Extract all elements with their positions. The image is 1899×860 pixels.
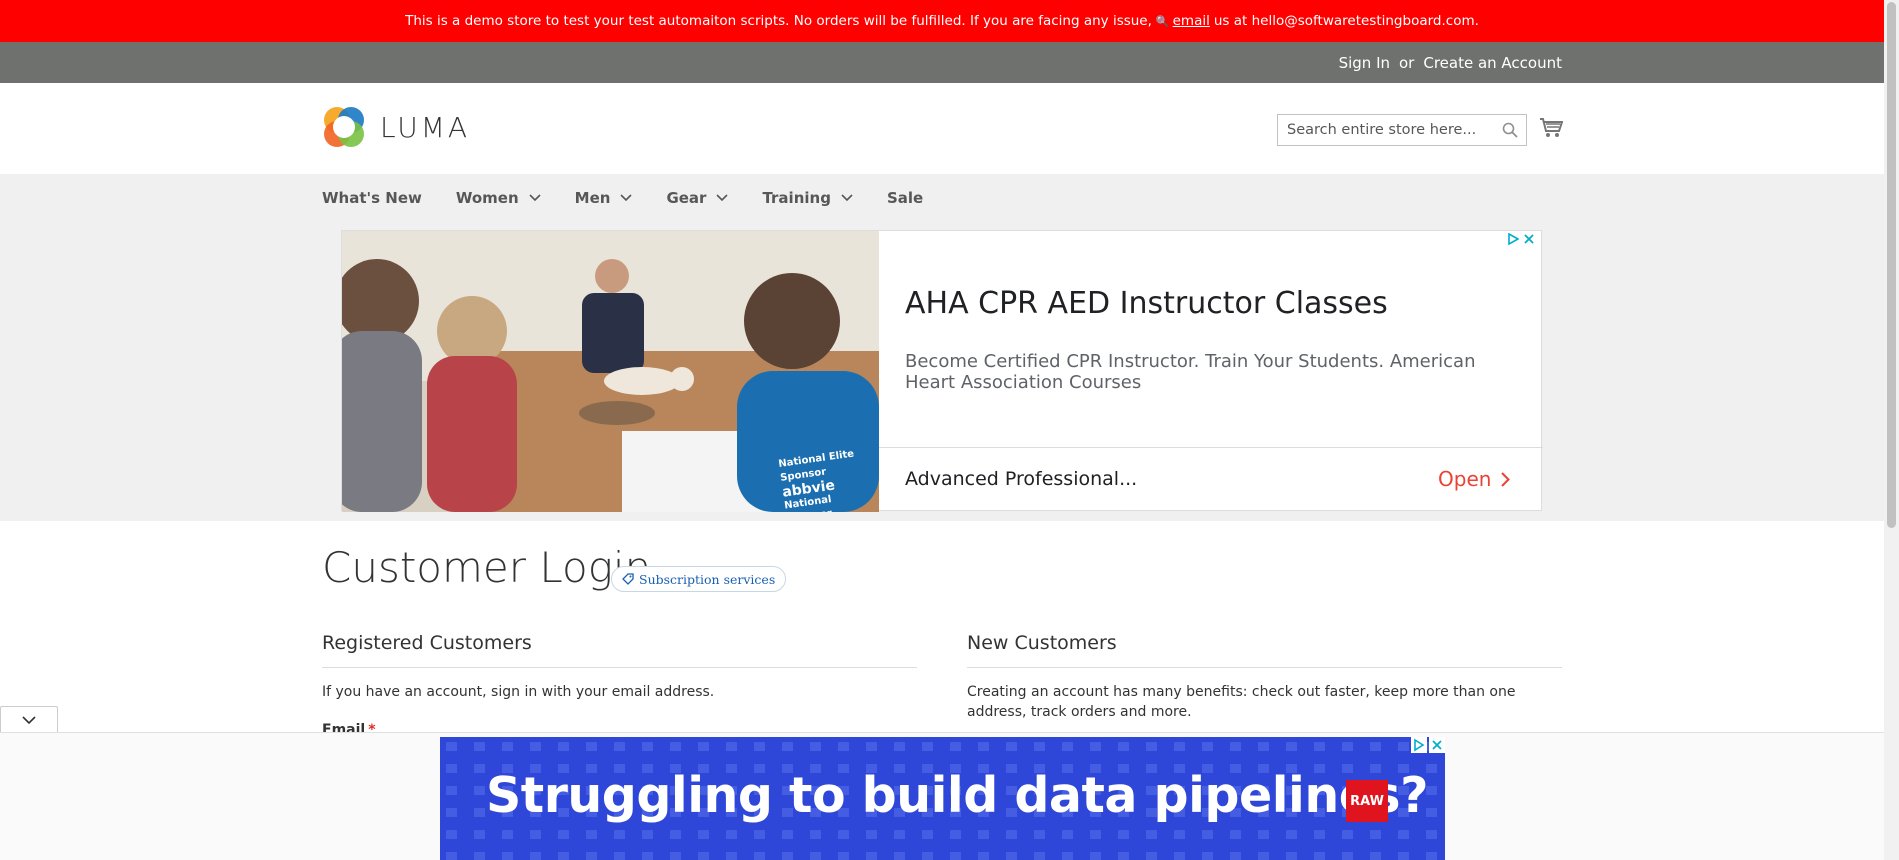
- collapse-ad-button[interactable]: [0, 706, 58, 733]
- nav-label: Sale: [886, 189, 924, 207]
- demo-notice-text: This is a demo store to test your test a…: [405, 13, 1152, 29]
- nav-label: Women: [455, 189, 519, 207]
- nav-item-men[interactable]: Men: [575, 189, 633, 207]
- page-scrollbar[interactable]: [1884, 0, 1899, 860]
- new-customers-text: Creating an account has many benefits: c…: [967, 684, 1516, 720]
- scrollbar-thumb[interactable]: [1887, 2, 1896, 528]
- anchor-ad-choices[interactable]: [1411, 737, 1445, 753]
- nav-label: Gear: [666, 189, 707, 207]
- or-separator: or: [1399, 53, 1415, 72]
- nav-item-sale[interactable]: Sale: [887, 189, 923, 207]
- ad-open-label: Open: [1438, 467, 1492, 491]
- nav-item-women[interactable]: Women: [456, 189, 541, 207]
- email-link[interactable]: email: [1173, 13, 1210, 29]
- luma-logo[interactable]: LUMA: [322, 105, 470, 149]
- chevron-right-icon: [1501, 471, 1511, 487]
- tag-icon: [622, 573, 634, 585]
- subscription-badge[interactable]: Subscription services: [611, 566, 787, 592]
- anchor-ad[interactable]: Struggling to build data pipelines? RAW: [440, 737, 1445, 860]
- display-ad[interactable]: National Elite Sponsor abbvie National S…: [341, 230, 1543, 512]
- new-customers-title: New Customers: [967, 632, 1117, 654]
- registered-customers-text: If you have an account, sign in with you…: [322, 684, 715, 700]
- ad-open-button[interactable]: Open: [1438, 467, 1511, 491]
- sign-in-link[interactable]: Sign In: [1339, 54, 1390, 72]
- create-account-link[interactable]: Create an Account: [1423, 54, 1562, 72]
- registered-divider: [322, 667, 917, 668]
- search-icon[interactable]: [1502, 122, 1518, 138]
- luma-logo-icon: [324, 107, 364, 147]
- chevron-down-icon: [620, 194, 633, 202]
- demo-notice-suffix: us at hello@softwaretestingboard.com.: [1213, 13, 1479, 29]
- new-customers-divider: [967, 667, 1562, 668]
- anchor-ad-headline[interactable]: Struggling to build data pipelines?: [486, 767, 1429, 824]
- search-input[interactable]: [1287, 122, 1487, 138]
- subscription-badge-label: Subscription services: [639, 571, 776, 587]
- ad-sub-label[interactable]: Advanced Professional...: [905, 468, 1137, 490]
- adchoices-icon[interactable]: [1507, 233, 1519, 245]
- site-header: LUMA: [0, 83, 1884, 174]
- chevron-down-icon: [716, 194, 729, 202]
- nav-item-whats-new[interactable]: What's New: [322, 189, 422, 207]
- ad-choices[interactable]: [1507, 233, 1535, 245]
- chevron-down-icon: [841, 194, 853, 202]
- cart-icon[interactable]: [1539, 117, 1563, 139]
- anchor-ad-container: Struggling to build data pipelines? RAW: [0, 732, 1884, 860]
- search-box[interactable]: [1277, 114, 1527, 146]
- nav-item-gear[interactable]: Gear: [666, 189, 729, 207]
- ad-divider: [879, 447, 1543, 448]
- close-icon[interactable]: [1523, 233, 1535, 245]
- key-icon: 🔍: [1155, 14, 1170, 28]
- nav-label: Training: [762, 189, 831, 207]
- adchoices-icon[interactable]: [1411, 737, 1427, 753]
- ad-description[interactable]: Become Certified CPR Instructor. Train Y…: [905, 351, 1505, 393]
- logo-text: LUMA: [380, 110, 471, 144]
- chevron-down-icon: [22, 715, 36, 724]
- ad-title[interactable]: AHA CPR AED Instructor Classes: [905, 286, 1388, 321]
- registered-customers-title: Registered Customers: [322, 632, 532, 654]
- chevron-down-icon: [529, 194, 541, 202]
- page-title: Customer Login: [322, 543, 652, 592]
- ad-photo[interactable]: National Elite Sponsor abbvie National S…: [342, 231, 879, 512]
- nav-label: Men: [574, 189, 611, 207]
- demo-notice-bar: This is a demo store to test your test a…: [0, 0, 1884, 42]
- close-icon[interactable]: [1429, 737, 1445, 753]
- raw-logo: RAW: [1346, 780, 1388, 822]
- nav-label: What's New: [322, 189, 422, 207]
- panel-header: Sign In or Create an Account: [0, 42, 1884, 83]
- nav-item-training[interactable]: Training: [762, 189, 853, 207]
